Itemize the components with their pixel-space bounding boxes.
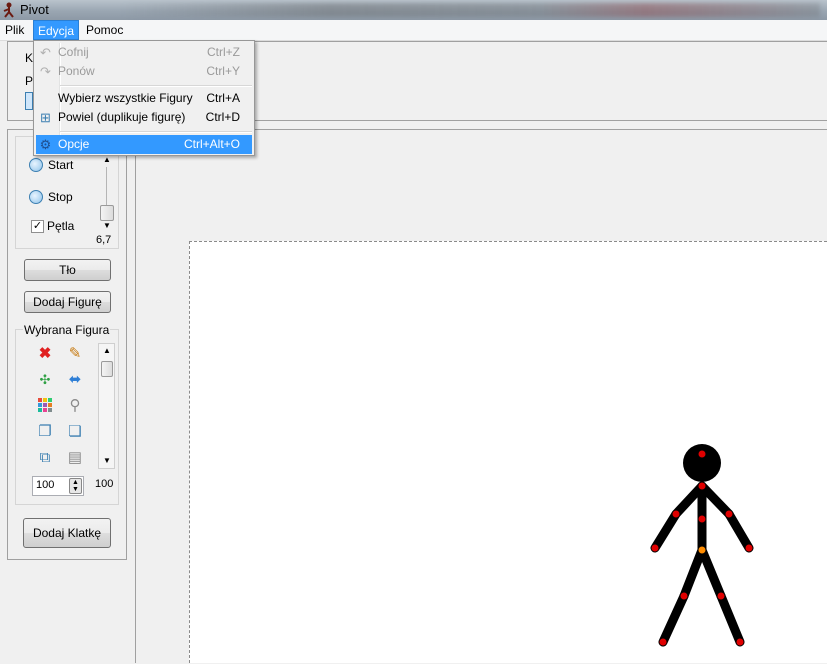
- tools-panel: Start Stop ✓ Pętla ▲ ▼ 6,7 Tło Dodaj Fig…: [7, 129, 127, 560]
- frames-label-k: K: [25, 51, 34, 65]
- size-input[interactable]: 100: [36, 479, 54, 491]
- menu-edycja[interactable]: Edycja: [33, 20, 79, 40]
- menu-item-duplicate[interactable]: ⊞ Powiel (duplikuje figurę) Ctrl+D: [36, 108, 252, 127]
- menu-item-redo[interactable]: ↷ Ponów Ctrl+Y: [36, 62, 252, 81]
- background-button[interactable]: Tło: [24, 259, 111, 281]
- slider-down-arrow-icon[interactable]: ▼: [103, 221, 111, 230]
- title-bar: Pivot: [0, 0, 827, 20]
- edit-pencil-icon[interactable]: ✎: [66, 345, 84, 363]
- menu-item-undo[interactable]: ↶ Cofnij Ctrl+Z: [36, 43, 252, 62]
- menu-item-shortcut: Ctrl+Z: [207, 45, 240, 59]
- size-spin-buttons[interactable]: ▲ ▼: [69, 478, 82, 494]
- slider-thumb[interactable]: [100, 205, 114, 221]
- menu-item-label: Ponów: [58, 64, 95, 78]
- menu-item-label: Wybierz wszystkie Figury: [58, 91, 193, 105]
- window-title: Pivot: [20, 2, 49, 17]
- scroll-thumb[interactable]: [101, 361, 113, 377]
- menu-item-label: Cofnij: [58, 45, 89, 59]
- frames-label-p: P: [25, 74, 34, 88]
- loop-label: Pętla: [47, 219, 75, 233]
- app-logo-icon: [3, 2, 15, 18]
- menu-pomoc[interactable]: Pomoc: [82, 20, 127, 40]
- menu-plik[interactable]: Plik: [1, 20, 28, 40]
- flip-icon[interactable]: ⬌: [66, 371, 84, 389]
- title-bar-background: [120, 3, 820, 17]
- menu-item-shortcut: Ctrl+Alt+O: [183, 137, 240, 151]
- stick-figure[interactable]: [190, 242, 827, 664]
- menu-item-options[interactable]: ⚙ Opcje Ctrl+Alt+O: [36, 135, 252, 154]
- menu-item-shortcut: Ctrl+D: [205, 110, 240, 124]
- bring-front-icon[interactable]: ❐: [36, 423, 54, 441]
- color-icon[interactable]: [36, 397, 54, 415]
- options-gear-icon: ⚙: [39, 137, 52, 152]
- add-frame-button[interactable]: Dodaj Klatkę: [23, 518, 111, 548]
- join-icon[interactable]: ⚲: [66, 397, 84, 415]
- start-radio[interactable]: [29, 158, 43, 172]
- add-figure-button[interactable]: Dodaj Figurę: [24, 291, 111, 313]
- stop-label: Stop: [48, 190, 73, 204]
- send-back-icon[interactable]: ❏: [66, 423, 84, 441]
- size-value: 100: [95, 478, 114, 490]
- loop-checkbox[interactable]: ✓: [31, 220, 44, 233]
- duplicate-icon: ⊞: [40, 110, 51, 125]
- size-stepper[interactable]: 100 ▲ ▼: [32, 476, 84, 496]
- undo-icon: ↶: [40, 45, 51, 60]
- menu-item-select-all[interactable]: Wybierz wszystkie Figury Ctrl+A: [36, 89, 252, 108]
- tools-scrollbar[interactable]: ▲ ▼: [98, 343, 115, 469]
- scroll-down-arrow-icon[interactable]: ▼: [103, 456, 111, 465]
- speed-slider[interactable]: ▲ ▼: [99, 155, 115, 230]
- stop-radio[interactable]: [29, 190, 43, 204]
- center-icon[interactable]: ✣: [36, 371, 54, 389]
- frame-thumbnail[interactable]: [25, 92, 33, 110]
- menu-separator: [60, 131, 252, 133]
- delete-icon[interactable]: ✖: [36, 345, 54, 363]
- selected-figure-title: Wybrana Figura: [23, 323, 111, 337]
- copy-icon[interactable]: ⧉: [36, 449, 54, 467]
- redo-icon: ↷: [40, 64, 51, 79]
- start-label: Start: [48, 158, 74, 172]
- menu-separator: [60, 85, 252, 87]
- edit-menu-dropdown: ↶ Cofnij Ctrl+Z ↷ Ponów Ctrl+Y Wybierz w…: [33, 40, 255, 156]
- menu-bar: Plik Edycja Pomoc: [0, 20, 827, 41]
- slider-up-arrow-icon[interactable]: ▲: [103, 155, 111, 164]
- menu-item-label: Powiel (duplikuje figurę): [58, 110, 186, 124]
- speed-value: 6,7: [96, 234, 112, 246]
- menu-item-shortcut: Ctrl+A: [206, 91, 240, 105]
- paste-icon[interactable]: ▤: [66, 449, 84, 467]
- animation-canvas[interactable]: [189, 241, 827, 663]
- menu-item-label: Opcje: [58, 137, 90, 151]
- menu-item-shortcut: Ctrl+Y: [206, 64, 240, 78]
- selected-figure-group: Wybrana Figura ✖ ✎ ✣ ⬌ ⚲ ❐ ❏ ⧉ ▤ ▲ ▼ 100…: [15, 323, 119, 505]
- scroll-up-arrow-icon[interactable]: ▲: [103, 346, 111, 355]
